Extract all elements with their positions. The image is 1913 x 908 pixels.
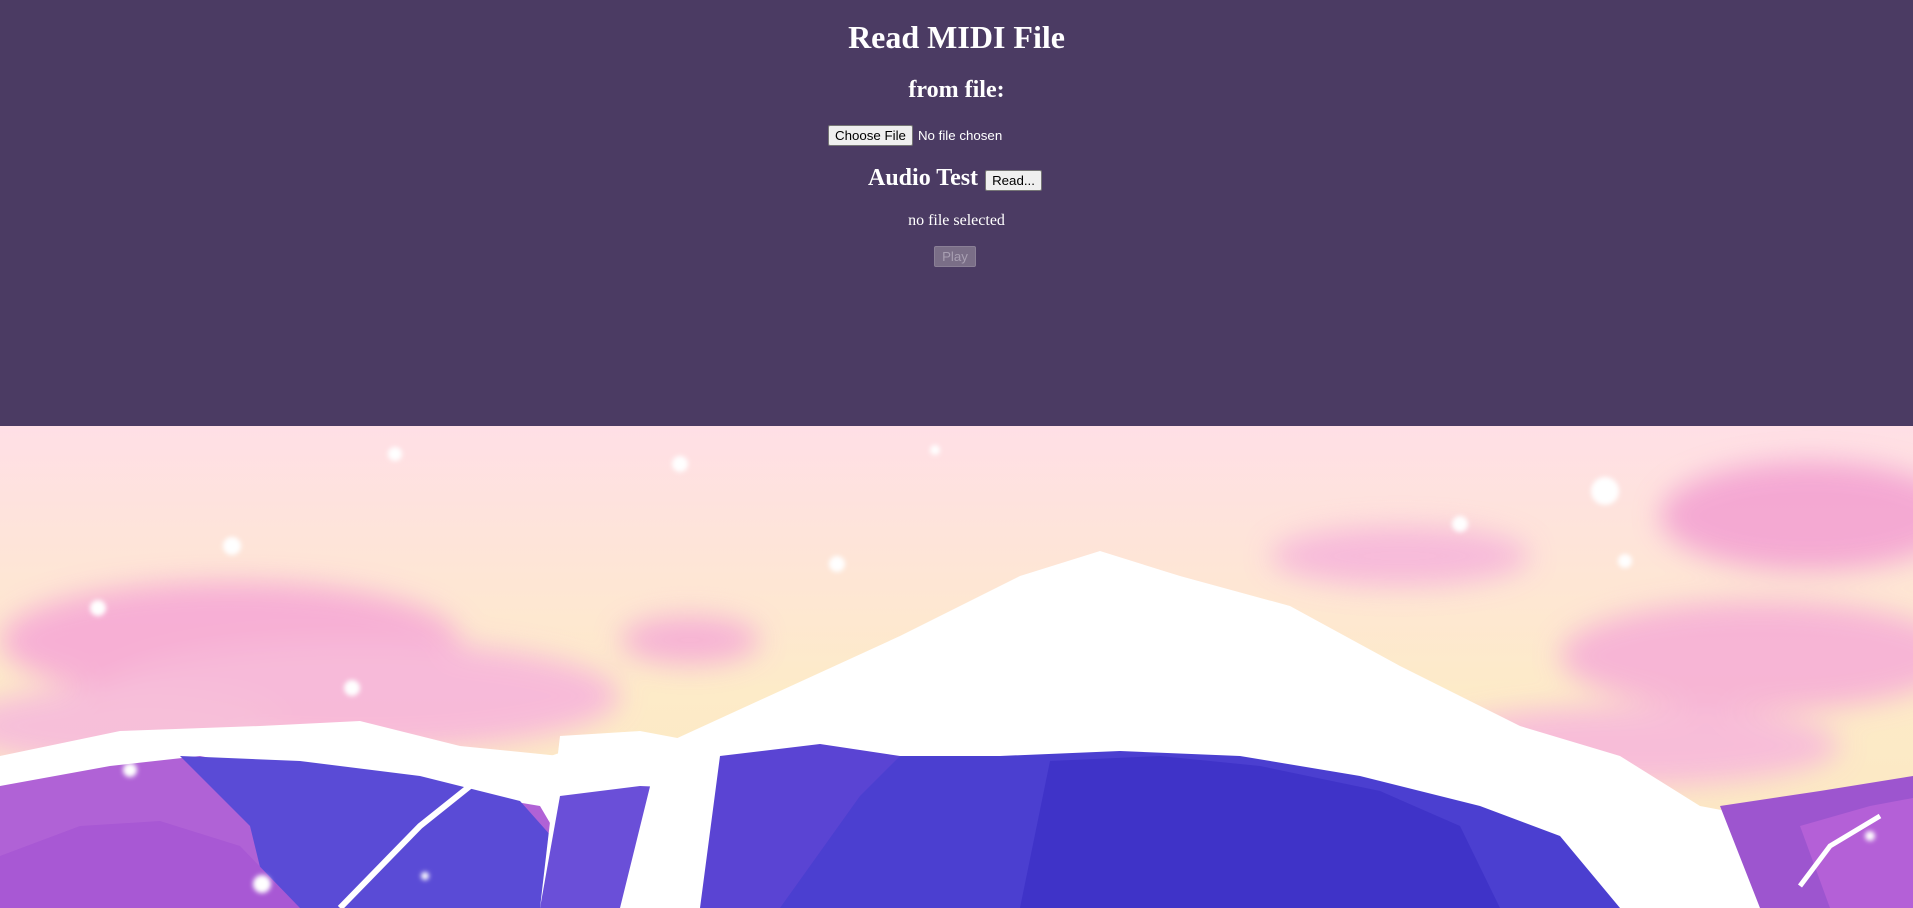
audio-test-label: Audio Test bbox=[868, 165, 979, 191]
landscape-svg bbox=[0, 426, 1913, 908]
audio-test-row: Audio Test Read... bbox=[868, 164, 1042, 192]
from-file-heading: from file: bbox=[908, 77, 1005, 103]
play-button[interactable]: Play bbox=[934, 246, 976, 267]
mountain-landscape-image bbox=[0, 426, 1913, 908]
midi-reader-panel: Read MIDI File from file: Choose File No… bbox=[0, 0, 1913, 426]
selection-status-text: no file selected bbox=[908, 212, 1005, 229]
page: Read MIDI File from file: Choose File No… bbox=[0, 0, 1913, 908]
choose-file-button[interactable]: Choose File bbox=[828, 124, 913, 146]
file-input[interactable]: Choose File No file chosen bbox=[828, 124, 1002, 146]
file-status-text: No file chosen bbox=[917, 127, 1003, 143]
page-title: Read MIDI File bbox=[848, 19, 1065, 55]
read-button[interactable]: Read... bbox=[985, 169, 1042, 191]
